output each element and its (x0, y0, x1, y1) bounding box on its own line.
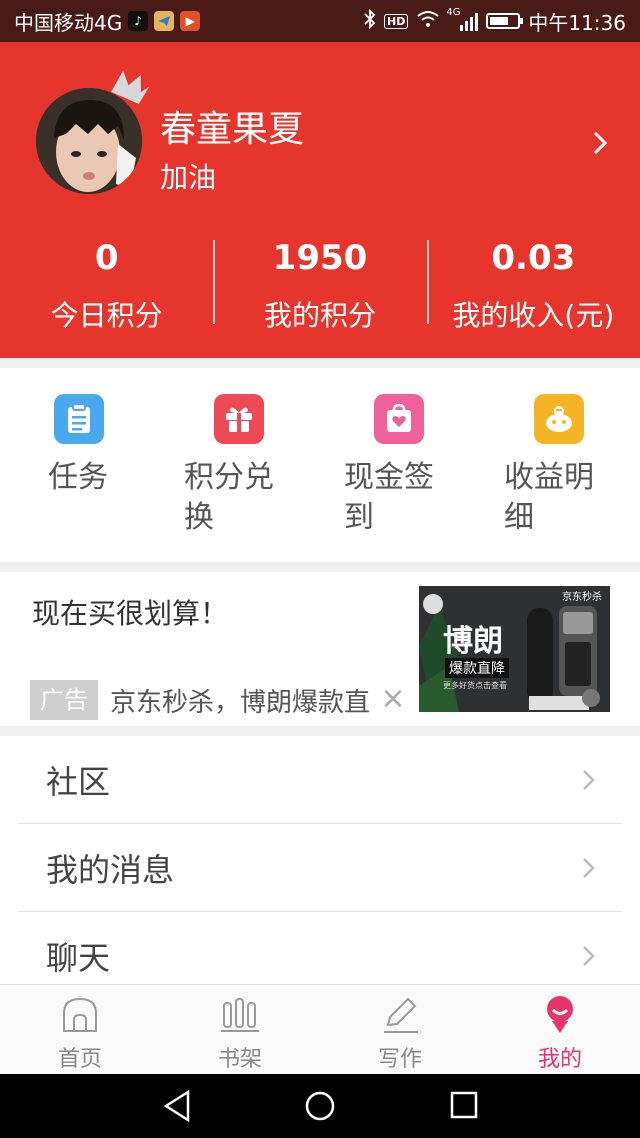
system-nav-bar (0, 1074, 640, 1138)
menu-label: 社区 (46, 762, 111, 801)
profile-header[interactable]: 春童果夏 加油 0 今日积分 1950 我的积分 0.03 我的收入(元) (0, 42, 640, 358)
action-label: 收益明细 (504, 460, 594, 535)
chevron-right-icon (582, 945, 596, 967)
action-label: 任务 (48, 460, 108, 495)
stat-value: 0.03 (491, 238, 576, 278)
bottom-nav: 首页 书架 写作 我的 (0, 984, 640, 1074)
recent-apps-icon[interactable] (450, 1090, 478, 1124)
home-icon (60, 995, 100, 1035)
signal-icon: 4G (446, 7, 479, 31)
ad-image[interactable]: 京东秒杀 博朗 爆款直降 更多好货点击查看 (419, 586, 610, 712)
nav-label: 首页 (57, 1047, 102, 1072)
network-type-label: 4G (446, 7, 461, 18)
status-bar: 中国移动4G ♪ ▶ HD 4G 中午11:36 (0, 0, 640, 42)
nav-label: 我的 (537, 1047, 582, 1072)
nav-bookshelf[interactable]: 书架 (160, 985, 320, 1074)
hd-badge: HD (384, 13, 409, 29)
stat-label: 我的收入(元) (452, 299, 615, 332)
gift-icon (214, 394, 264, 444)
telegram-icon (154, 11, 175, 31)
action-label: 积分兑换 (184, 460, 274, 535)
piggy-bank-icon (534, 394, 584, 444)
menu-item-messages[interactable]: 我的消息 (18, 824, 622, 912)
ad-description: 京东秒杀，博朗爆款直 (110, 688, 371, 718)
back-icon[interactable] (162, 1089, 192, 1126)
stat-label: 今日积分 (50, 299, 163, 332)
menu-item-community[interactable]: 社区 (18, 736, 622, 824)
ad-tag: 广告 (30, 680, 98, 720)
ad-image-brand: 京东秒杀 (562, 592, 602, 603)
bluetooth-icon (364, 8, 376, 34)
stat-my-points[interactable]: 1950 我的积分 (213, 228, 426, 340)
stat-value: 1950 (272, 238, 368, 278)
close-icon[interactable]: × (378, 684, 408, 714)
pencil-icon (380, 995, 420, 1035)
quick-actions: 任务 积分兑换 现金签到 收益明细 (0, 368, 640, 562)
ad-image-title: 博朗 (443, 624, 503, 659)
action-label: 现金签到 (344, 460, 434, 535)
nav-label: 写作 (377, 1047, 422, 1072)
action-points-exchange[interactable]: 积分兑换 (184, 394, 304, 538)
nav-write[interactable]: 写作 (320, 985, 480, 1074)
stat-value: 0 (94, 238, 119, 278)
menu-item-chat[interactable]: 聊天 (18, 912, 622, 986)
ad-title: 现在买很划算！ (32, 597, 229, 630)
crown-icon (110, 70, 150, 108)
task-clipboard-icon (54, 394, 104, 444)
nav-label: 书架 (217, 1047, 262, 1072)
chevron-right-icon (582, 857, 596, 879)
stat-today-points[interactable]: 0 今日积分 (0, 228, 213, 340)
nav-home[interactable]: 首页 (0, 985, 160, 1074)
chevron-right-icon (582, 769, 596, 791)
video-app-icon: ▶ (180, 11, 201, 31)
home-circle-icon[interactable] (304, 1090, 336, 1126)
nav-profile[interactable]: 我的 (480, 985, 640, 1074)
tiktok-icon: ♪ (128, 11, 149, 31)
user-subtitle: 加油 (160, 161, 217, 194)
stats-row: 0 今日积分 1950 我的积分 0.03 我的收入(元) (0, 228, 640, 340)
user-name: 春童果夏 (160, 109, 305, 150)
profile-icon (540, 995, 580, 1035)
menu-label: 聊天 (46, 938, 111, 977)
chevron-right-icon[interactable] (590, 130, 610, 156)
menu-list: 社区 我的消息 聊天 (0, 736, 640, 986)
heart-bag-icon (374, 394, 424, 444)
ad-image-note: 更多好货点击查看 (443, 681, 507, 690)
action-income-details[interactable]: 收益明细 (504, 394, 624, 538)
action-task[interactable]: 任务 (48, 394, 168, 498)
carrier-label: 中国移动4G (14, 10, 123, 35)
ad-banner[interactable]: 现在买很划算！ 广告 京东秒杀，博朗爆款直 × 京东秒杀 博朗 爆款直降 更多好… (0, 572, 640, 726)
ad-image-subtitle: 爆款直降 (445, 658, 509, 678)
menu-label: 我的消息 (46, 850, 175, 889)
action-cash-signin[interactable]: 现金签到 (344, 394, 464, 538)
stat-label: 我的积分 (263, 299, 376, 332)
clock: 中午11:36 (528, 10, 626, 35)
stat-my-income[interactable]: 0.03 我的收入(元) (426, 228, 640, 340)
wifi-icon (416, 9, 440, 33)
app-root: 中国移动4G ♪ ▶ HD 4G 中午11:36 春童果夏 加油 0 今日积分 … (0, 0, 640, 1138)
battery-icon (486, 13, 524, 29)
bookshelf-icon (220, 995, 260, 1035)
